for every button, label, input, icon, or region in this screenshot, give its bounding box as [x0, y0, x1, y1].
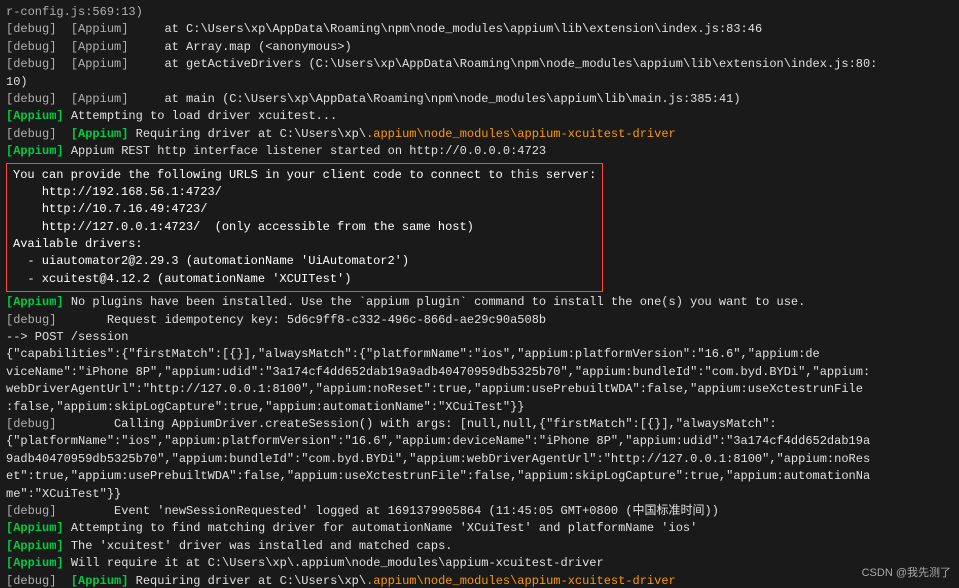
log-line: :false,"appium:skipLogCapture":true,"app…	[6, 399, 953, 416]
log-line: [Appium] Appium REST http interface list…	[6, 143, 953, 160]
log-line: [debug] [Appium] Requiring driver at C:\…	[6, 573, 953, 588]
log-line: {"capabilities":{"firstMatch":[{}],"alwa…	[6, 346, 953, 363]
log-line: 9adb40470959db5325b70","appium:bundleId"…	[6, 451, 953, 468]
log-line: --> POST /session	[6, 329, 953, 346]
log-line: [debug] Calling AppiumDriver.createSessi…	[6, 416, 953, 433]
csdn-badge: CSDN @我先测了	[862, 564, 951, 580]
log-line: viceName":"iPhone 8P","appium:udid":"3a1…	[6, 364, 953, 381]
log-line: webDriverAgentUrl":"http://127.0.0.1:810…	[6, 381, 953, 398]
log-line: 10)	[6, 74, 953, 91]
log-line: [Appium] No plugins have been installed.…	[6, 294, 953, 311]
log-line: [debug] Event 'newSessionRequested' logg…	[6, 503, 953, 520]
log-line: http://10.7.16.49:4723/	[13, 201, 596, 218]
log-line: [debug] [Appium] at Array.map (<anonymou…	[6, 39, 953, 56]
log-line: {"platformName":"ios","appium:platformVe…	[6, 433, 953, 450]
log-line: http://192.168.56.1:4723/	[13, 184, 596, 201]
log-line: [debug] Request idempotency key: 5d6c9ff…	[6, 312, 953, 329]
log-line: [debug] [Appium] at C:\Users\xp\AppData\…	[6, 21, 953, 38]
log-line: me":"XCuiTest"}}	[6, 486, 953, 503]
log-line: [Appium] Attempting to find matching dri…	[6, 520, 953, 537]
log-line: - uiautomator2@2.29.3 (automationName 'U…	[13, 253, 596, 270]
log-line: http://127.0.0.1:4723/ (only accessible …	[13, 219, 596, 236]
log-line: [Appium] Will require it at C:\Users\xp\…	[6, 555, 953, 572]
highlight-box-top: You can provide the following URLS in yo…	[6, 163, 603, 293]
log-line: [debug] [Appium] at main (C:\Users\xp\Ap…	[6, 91, 953, 108]
log-line: r-config.js:569:13)	[6, 4, 953, 21]
terminal-window: r-config.js:569:13) [debug] [Appium] at …	[0, 0, 959, 588]
log-line: et":true,"appium:usePrebuiltWDA":false,"…	[6, 468, 953, 485]
log-line: Available drivers:	[13, 236, 596, 253]
log-line: You can provide the following URLS in yo…	[13, 167, 596, 184]
log-line: [Appium] Attempting to load driver xcuit…	[6, 108, 953, 125]
log-line: [Appium] The 'xcuitest' driver was insta…	[6, 538, 953, 555]
log-line: [debug] [Appium] Requiring driver at C:\…	[6, 126, 953, 143]
log-line: [debug] [Appium] at getActiveDrivers (C:…	[6, 56, 953, 73]
log-line: - xcuitest@4.12.2 (automationName 'XCUIT…	[13, 271, 596, 288]
